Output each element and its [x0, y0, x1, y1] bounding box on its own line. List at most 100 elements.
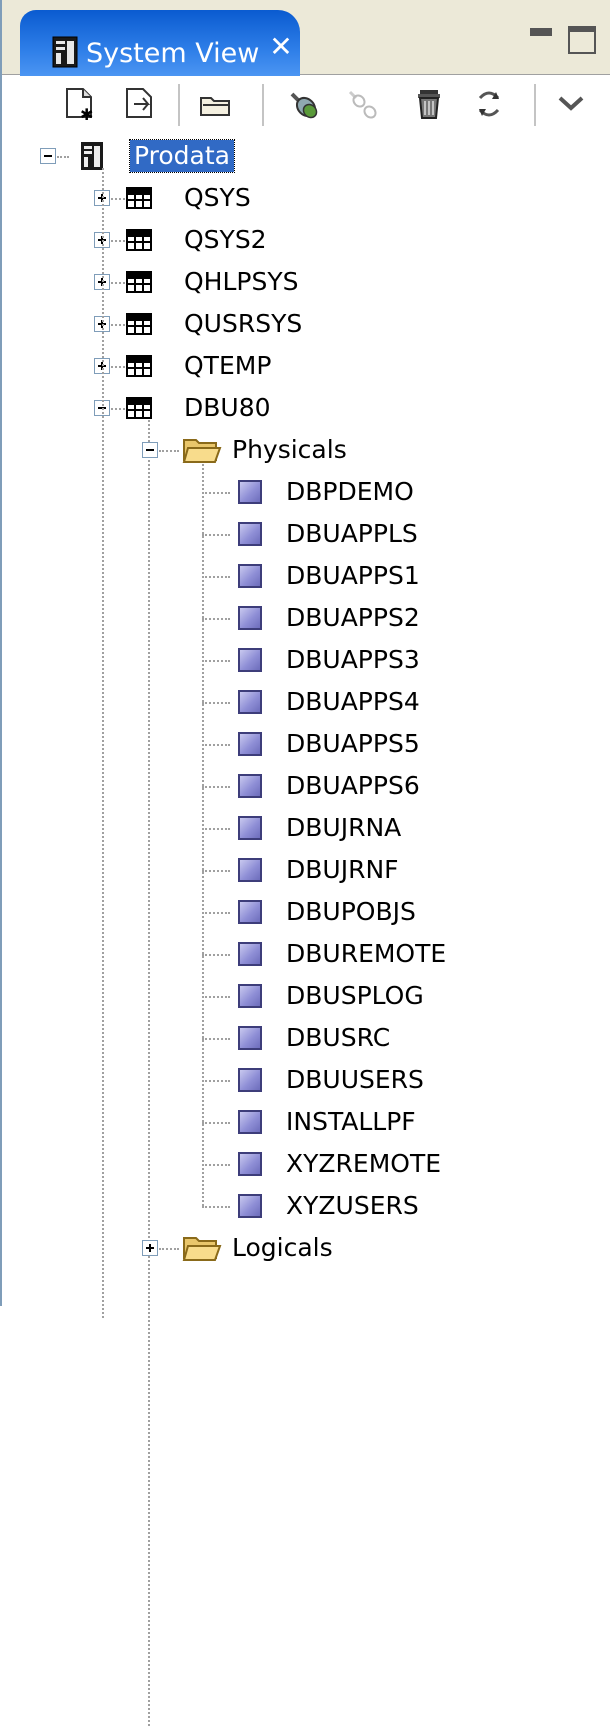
system-view-tab[interactable]: System View ✕ — [20, 10, 300, 76]
svg-text:✱: ✱ — [80, 105, 93, 122]
tree-node-physical-file[interactable]: DBUAPPS2 — [286, 602, 420, 634]
physical-file-icon — [238, 522, 262, 546]
physical-file-icon — [238, 732, 262, 756]
tree-connector-horizontal — [202, 912, 230, 914]
physical-file-icon — [238, 1026, 262, 1050]
tree-node-physical-file[interactable]: DBUUSERS — [286, 1064, 424, 1096]
minimize-icon[interactable] — [530, 28, 552, 36]
tree-node-physical-file[interactable]: DBUAPPS4 — [286, 686, 420, 718]
tree-connector-horizontal — [202, 618, 230, 620]
tree-connector-horizontal — [202, 828, 230, 830]
tree-node-physical-file[interactable]: INSTALLPF — [286, 1106, 416, 1138]
tree-node-physical-file[interactable]: DBUAPPS1 — [286, 560, 420, 592]
tree-node-library[interactable]: QSYS — [184, 182, 251, 214]
tree-node-physicals[interactable]: Physicals — [232, 434, 347, 466]
tree-node-physical-file[interactable]: XYZREMOTE — [286, 1148, 441, 1180]
tree-node-library[interactable]: QUSRSYS — [184, 308, 302, 340]
tree-node-physical-file[interactable]: XYZUSERS — [286, 1190, 419, 1222]
library-icon — [126, 313, 152, 335]
tree-node-physical-file[interactable]: DBUPOBJS — [286, 896, 416, 928]
tree-connector-horizontal — [202, 1122, 230, 1124]
system-view-panel: System View ✕ ✱ Prodata QSYS QSYS2 QHLPS… — [0, 0, 610, 1726]
physical-file-icon — [238, 984, 262, 1008]
tree-node-library[interactable]: QTEMP — [184, 350, 271, 382]
tree-connector-horizontal — [202, 660, 230, 662]
physical-file-icon — [238, 1110, 262, 1134]
library-icon — [126, 271, 152, 293]
physical-file-icon — [238, 1068, 262, 1092]
tree-connector-horizontal — [202, 492, 230, 494]
tree-node-library[interactable]: DBU80 — [184, 392, 271, 424]
toolbar-separator — [534, 84, 537, 126]
library-icon — [126, 187, 152, 209]
tree-connector-horizontal — [111, 240, 125, 242]
tree-connector-horizontal — [202, 1164, 230, 1166]
tree-connector-horizontal — [159, 450, 179, 452]
physical-file-icon — [238, 690, 262, 714]
refresh-icon[interactable] — [472, 86, 506, 122]
toolbar-separator — [178, 84, 181, 126]
open-folder-icon[interactable] — [198, 86, 232, 122]
tree-connector-horizontal — [202, 1080, 230, 1082]
tree-connector-horizontal — [202, 954, 230, 956]
physical-file-icon — [238, 1194, 262, 1218]
tree-connector-horizontal — [57, 156, 69, 158]
tree-connector-horizontal — [202, 996, 230, 998]
tree-node-physical-file[interactable]: DBUJRNF — [286, 854, 399, 886]
folder-open-icon — [182, 439, 222, 463]
tree-node-physical-file[interactable]: DBUSRC — [286, 1022, 390, 1054]
tree-node-prodata[interactable]: Prodata — [129, 139, 235, 173]
physical-file-icon — [238, 900, 262, 924]
close-icon[interactable]: ✕ — [266, 32, 296, 62]
library-icon — [126, 397, 152, 419]
tree-connector-horizontal — [202, 702, 230, 704]
physical-file-icon — [238, 858, 262, 882]
tree-node-physical-file[interactable]: DBUAPPS5 — [286, 728, 420, 760]
folder-open-icon — [182, 1237, 222, 1261]
tree-connector-horizontal — [159, 1248, 179, 1250]
collapse-toggle-icon[interactable] — [40, 148, 56, 164]
tree-node-physical-file[interactable]: DBUJRNA — [286, 812, 401, 844]
tree-connector-horizontal — [202, 1206, 230, 1208]
physical-file-icon — [238, 648, 262, 672]
physical-file-icon — [238, 816, 262, 840]
new-filter-icon[interactable] — [124, 86, 158, 122]
system-tree: Prodata QSYS QSYS2 QHLPSYS QUSRSYS QTEMP DBU80… — [2, 134, 610, 1726]
expand-toggle-icon[interactable] — [142, 1240, 158, 1256]
tree-connector-horizontal — [202, 786, 230, 788]
system-server-icon — [81, 142, 103, 170]
tree-connector-horizontal — [202, 534, 230, 536]
tree-connector-vertical — [148, 420, 150, 1726]
library-icon — [126, 355, 152, 377]
physical-file-icon — [238, 564, 262, 588]
tree-connector-horizontal — [202, 870, 230, 872]
tree-node-library[interactable]: QSYS2 — [184, 224, 267, 256]
tree-connector-horizontal — [111, 198, 125, 200]
tree-node-physical-file[interactable]: DBUAPPLS — [286, 518, 418, 550]
disconnect-icon[interactable] — [346, 86, 380, 122]
connect-icon[interactable] — [288, 86, 322, 122]
tree-connector-horizontal — [111, 408, 125, 410]
maximize-icon[interactable] — [568, 26, 596, 54]
physical-file-icon — [238, 480, 262, 504]
library-icon — [126, 229, 152, 251]
tree-node-physical-file[interactable]: DBUAPPS3 — [286, 644, 420, 676]
collapse-toggle-icon[interactable] — [142, 442, 158, 458]
tree-node-library[interactable]: QHLPSYS — [184, 266, 299, 298]
new-filter-pool-icon[interactable]: ✱ — [64, 86, 98, 122]
tree-node-physical-file[interactable]: DBPDEMO — [286, 476, 414, 508]
tree-connector-vertical — [102, 168, 104, 1318]
tree-connector-vertical — [202, 464, 204, 1206]
tree-connector-horizontal — [202, 576, 230, 578]
tree-node-physical-file[interactable]: DBUSPLOG — [286, 980, 424, 1012]
toolbar-separator — [262, 84, 265, 126]
physical-file-icon — [238, 774, 262, 798]
view-menu-chevron-icon[interactable] — [554, 86, 588, 122]
view-header: System View ✕ — [2, 0, 610, 76]
tree-connector-horizontal — [111, 324, 125, 326]
tree-node-physical-file[interactable]: DBUREMOTE — [286, 938, 446, 970]
delete-icon[interactable] — [412, 86, 446, 122]
tree-node-physical-file[interactable]: DBUAPPS6 — [286, 770, 420, 802]
system-server-icon — [52, 36, 78, 68]
tree-node-logicals[interactable]: Logicals — [232, 1232, 333, 1264]
